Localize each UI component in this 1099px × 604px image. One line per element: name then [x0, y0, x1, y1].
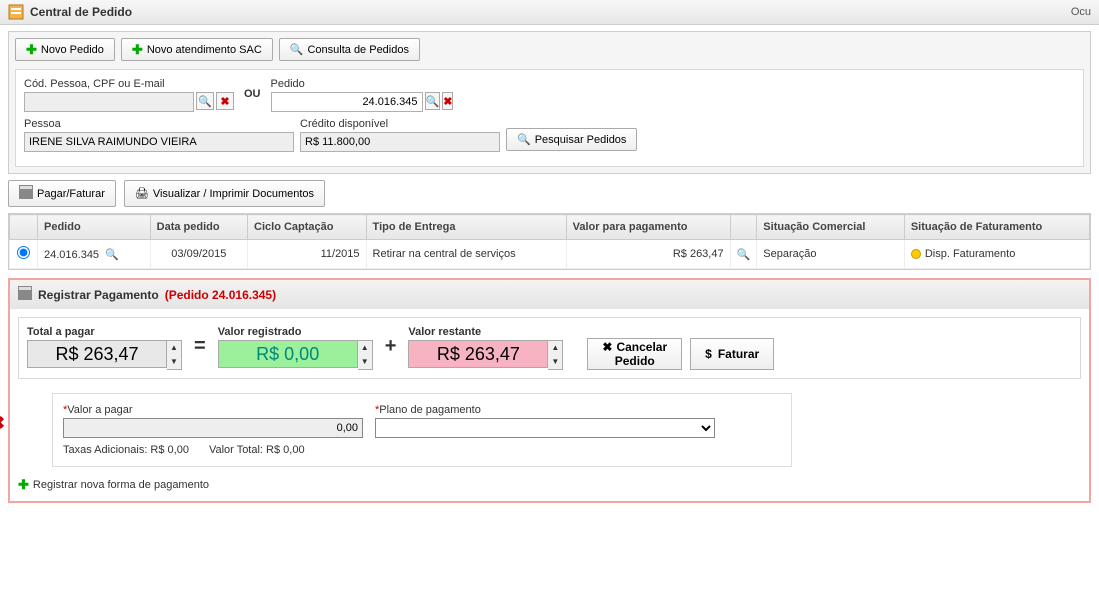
window-title: Central de Pedido	[30, 5, 132, 19]
consult-orders-button[interactable]: 🔍Consulta de Pedidos	[279, 38, 420, 61]
new-order-button[interactable]: ✚ Novo Pedido	[15, 38, 115, 61]
consult-orders-label: Consulta de Pedidos	[307, 44, 409, 56]
order-label: Pedido	[271, 78, 431, 90]
valor-pagar-label: Valor a pagar	[63, 404, 363, 416]
spin-down[interactable]: ▼	[548, 355, 562, 369]
col-tipo[interactable]: Tipo de Entrega	[366, 215, 566, 240]
order-search-icon-button[interactable]: 🔍	[425, 92, 441, 110]
cell-data: 03/09/2015	[150, 240, 247, 269]
col-ciclo[interactable]: Ciclo Captação	[248, 215, 367, 240]
plus-icon: ✚	[132, 43, 143, 56]
pay-invoice-button[interactable]: Pagar/Faturar	[8, 180, 116, 207]
remaining-input[interactable]	[408, 340, 548, 368]
person-code-label: Cód. Pessoa, CPF ou E-mail	[24, 78, 234, 90]
spin-down[interactable]: ▼	[358, 355, 372, 369]
cell-valor: R$ 263,47	[566, 240, 730, 269]
plus-sign: +	[381, 335, 401, 362]
cancel-order-button[interactable]: ✖ Cancelar Pedido	[587, 338, 682, 370]
person-code-input[interactable]	[24, 92, 194, 112]
col-data[interactable]: Data pedido	[150, 215, 247, 240]
status-dot-icon	[911, 249, 921, 259]
add-payment-method-button[interactable]: ✚ Registrar nova forma de pagamento	[18, 477, 1081, 493]
new-order-label: Novo Pedido	[41, 44, 104, 56]
add-payment-label: Registrar nova forma de pagamento	[33, 479, 209, 491]
spin-down[interactable]: ▼	[167, 355, 181, 369]
registered-input[interactable]	[218, 340, 358, 368]
search-icon: 🔍	[290, 43, 304, 56]
invoice-button[interactable]: $ Faturar	[690, 338, 774, 370]
dollar-icon: $	[705, 347, 712, 361]
plano-select[interactable]	[375, 418, 715, 438]
search-orders-button[interactable]: 🔍 Pesquisar Pedidos	[506, 128, 637, 151]
person-label: Pessoa	[24, 118, 294, 130]
printer-icon: 🖨	[135, 187, 149, 200]
remaining-label: Valor restante	[408, 326, 563, 338]
cancel-icon: ✖	[602, 340, 612, 354]
order-clear-icon-button[interactable]: ✖	[442, 92, 453, 110]
credit-input	[300, 132, 500, 152]
remove-payment-line-button[interactable]: ✖	[0, 413, 5, 434]
plano-label: Plano de pagamento	[375, 404, 715, 416]
row-valor-icon[interactable]: 🔍	[737, 249, 751, 261]
cancel-label-2: Pedido	[615, 354, 655, 368]
print-docs-button[interactable]: 🖨 Visualizar / Imprimir Documentos	[124, 180, 325, 207]
plus-icon: ✚	[18, 477, 29, 493]
new-sac-button[interactable]: ✚ Novo atendimento SAC	[121, 38, 273, 61]
spin-up[interactable]: ▲	[548, 341, 562, 355]
window-header-right: Ocu	[1071, 6, 1091, 18]
row-detail-icon[interactable]: 🔍	[105, 249, 119, 261]
row-select-radio[interactable]	[17, 246, 30, 259]
col-valor-pag[interactable]: Valor para pagamento	[566, 215, 730, 240]
calculator-icon	[18, 286, 32, 303]
new-sac-label: Novo atendimento SAC	[147, 44, 262, 56]
taxas-label: Taxas Adicionais: R$ 0,00	[63, 444, 189, 456]
cancel-label-1: Cancelar	[616, 340, 667, 354]
payment-subtitle: (Pedido 24.016.345)	[165, 288, 276, 302]
cell-pedido: 24.016.345	[44, 249, 99, 261]
valor-total-label: Valor Total: R$ 0,00	[209, 444, 305, 456]
col-comercial[interactable]: Situação Comercial	[757, 215, 905, 240]
cell-ciclo: 11/2015	[248, 240, 367, 269]
cell-faturamento: Disp. Faturamento	[925, 248, 1015, 260]
valor-pagar-input[interactable]	[63, 418, 363, 438]
ou-label: OU	[240, 88, 265, 103]
credit-label: Crédito disponível	[300, 118, 500, 130]
registered-label: Valor registrado	[218, 326, 373, 338]
calculator-icon	[19, 185, 33, 202]
spin-up[interactable]: ▲	[167, 341, 181, 355]
col-faturamento[interactable]: Situação de Faturamento	[904, 215, 1089, 240]
person-search-icon-button[interactable]: 🔍	[196, 92, 214, 110]
payment-title: Registrar Pagamento	[38, 288, 159, 302]
equals-sign: =	[190, 335, 210, 362]
cell-tipo: Retirar na central de serviços	[366, 240, 566, 269]
cell-comercial: Separação	[757, 240, 905, 269]
person-input[interactable]	[24, 132, 294, 152]
search-orders-label: Pesquisar Pedidos	[535, 134, 627, 146]
col-pedido[interactable]: Pedido	[38, 215, 151, 240]
total-input[interactable]	[27, 340, 167, 368]
total-label: Total a pagar	[27, 326, 182, 338]
pay-invoice-label: Pagar/Faturar	[37, 188, 105, 200]
plus-icon: ✚	[26, 43, 37, 56]
print-docs-label: Visualizar / Imprimir Documentos	[153, 188, 314, 200]
order-input[interactable]	[271, 92, 423, 112]
window-icon	[8, 4, 24, 20]
invoice-label: Faturar	[718, 347, 759, 361]
person-clear-icon-button[interactable]: ✖	[216, 92, 234, 110]
search-icon: 🔍	[517, 133, 531, 146]
table-row[interactable]: 24.016.345 🔍 03/09/2015 11/2015 Retirar …	[10, 240, 1090, 269]
spin-up[interactable]: ▲	[358, 341, 372, 355]
